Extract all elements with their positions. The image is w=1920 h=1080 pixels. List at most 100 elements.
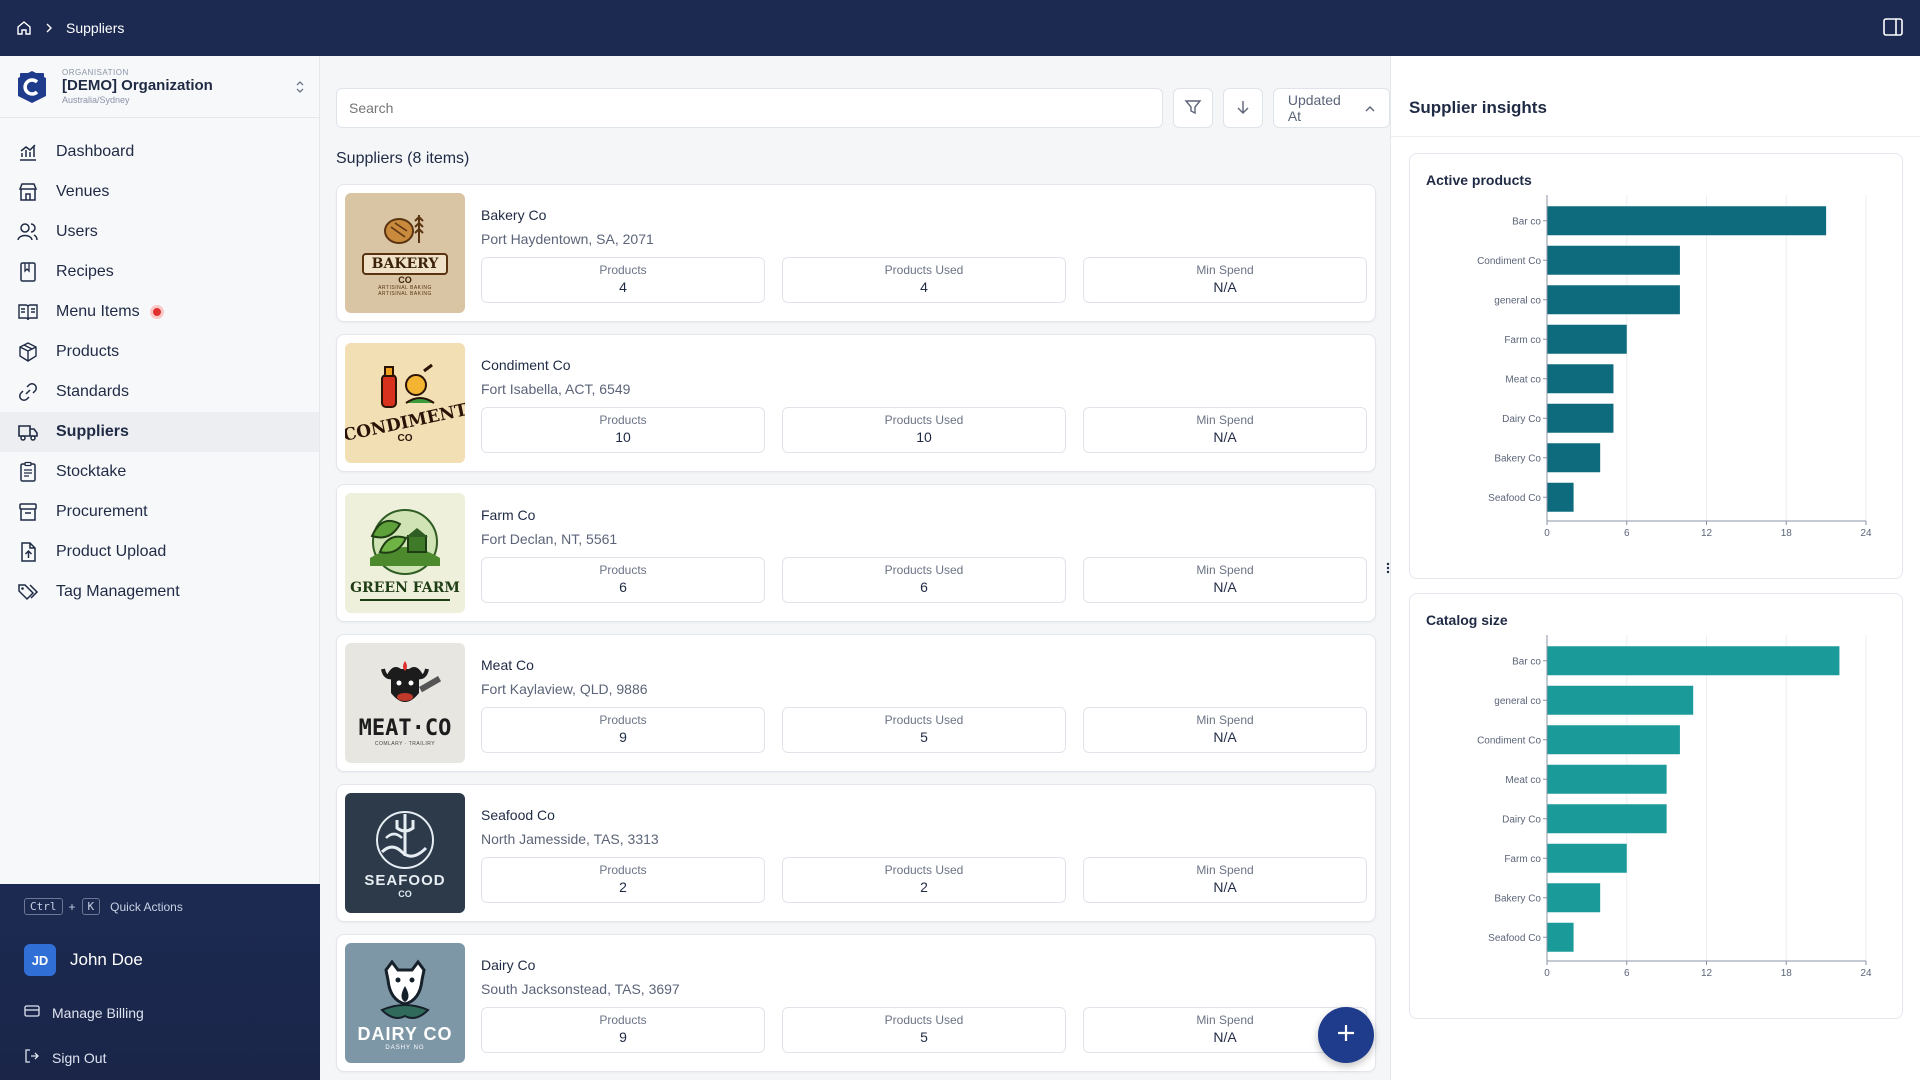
stat-products-used: Products Used 5 [782, 707, 1066, 753]
stat-value: 5 [920, 1029, 928, 1045]
bar[interactable] [1547, 443, 1601, 473]
stat-value: 9 [619, 729, 627, 745]
panel-toggle-icon[interactable] [1882, 16, 1904, 43]
list-title: Suppliers (8 items) [336, 150, 470, 167]
supplier-name[interactable]: Seafood Co [481, 807, 555, 823]
kbd-plus: + [68, 899, 76, 914]
stat-value: 4 [619, 279, 627, 295]
sidebar-item-label: Standards [56, 383, 129, 400]
supplier-card[interactable]: BAKERY CO ARTISINAL BAKING ARTISINAL BAK… [336, 184, 1376, 322]
supplier-logo: MEAT·CO COMLARY · TRAILIRY [345, 643, 465, 763]
supplier-card[interactable]: CONDIMENT CO Condiment Co Fort Isabella,… [336, 334, 1376, 472]
bar[interactable] [1547, 764, 1667, 794]
supplier-name[interactable]: Meat Co [481, 657, 534, 673]
top-bar: Suppliers [0, 0, 1920, 56]
bar[interactable] [1547, 403, 1614, 433]
org-switcher[interactable]: ORGANISATION [DEMO] Organization Austral… [0, 56, 319, 118]
stat-label: Products [599, 713, 647, 727]
stat-products: Products 2 [481, 857, 765, 903]
stat-min-spend: Min Spend N/A [1083, 557, 1367, 603]
sign-out-label: Sign Out [52, 1049, 107, 1066]
stat-label: Products [599, 863, 647, 877]
sign-out-link[interactable]: Sign Out [24, 1048, 106, 1067]
sidebar-item-venues[interactable]: Venues [0, 172, 319, 212]
archive-icon [16, 500, 40, 524]
tick-label: 0 [1544, 968, 1550, 979]
supplier-card[interactable]: MEAT·CO COMLARY · TRAILIRY Meat Co Fort … [336, 634, 1376, 772]
search-input[interactable] [336, 88, 1163, 128]
supplier-address: Fort Isabella, ACT, 6549 [481, 381, 631, 397]
sidebar-item-recipes[interactable]: Recipes [0, 252, 319, 292]
supplier-card[interactable]: GREEN FARM Farm Co Fort Declan, NT, 5561… [336, 484, 1376, 622]
home-icon[interactable] [16, 20, 32, 36]
bar[interactable] [1547, 324, 1627, 354]
user-menu[interactable]: JD John Doe [24, 944, 143, 976]
sort-field-select[interactable]: Updated At [1272, 88, 1390, 128]
supplier-card[interactable]: SEAFOOD CO Seafood Co North Jamesside, T… [336, 784, 1376, 922]
supplier-name[interactable]: Condiment Co [481, 357, 571, 373]
bar[interactable] [1547, 206, 1827, 236]
stat-label: Products [599, 413, 647, 427]
bar[interactable] [1547, 646, 1840, 676]
sidebar-item-product-upload[interactable]: Product Upload [0, 532, 319, 572]
bar[interactable] [1547, 482, 1574, 512]
supplier-logo: DAIRY CO DASHY NG [345, 943, 465, 1063]
sidebar-item-users[interactable]: Users [0, 212, 319, 252]
sidebar-item-label: Venues [56, 183, 110, 200]
cow-milk-icon [380, 959, 430, 1019]
insights-panel: Supplier insights Active products Bar co… [1390, 56, 1920, 1080]
kbd-ctrl: Ctrl [24, 898, 63, 915]
sidebar-item-products[interactable]: Products [0, 332, 319, 372]
bar[interactable] [1547, 883, 1601, 913]
tags-icon [16, 580, 40, 604]
supplier-name[interactable]: Bakery Co [481, 207, 546, 223]
sidebar-nav: Dashboard Venues Users Recipes Menu Item… [0, 118, 319, 612]
bar[interactable] [1547, 364, 1614, 394]
bar[interactable] [1547, 922, 1574, 952]
category-label: Bar co [1512, 656, 1541, 667]
sidebar-item-stocktake[interactable]: Stocktake [0, 452, 319, 492]
stat-products: Products 9 [481, 1007, 765, 1053]
category-label: Farm co [1504, 335, 1541, 346]
quick-actions[interactable]: Ctrl + K Quick Actions [24, 898, 183, 915]
category-label: Condiment Co [1477, 735, 1541, 746]
sidebar-item-tag-management[interactable]: Tag Management [0, 572, 319, 612]
filter-button[interactable] [1172, 88, 1213, 128]
bar[interactable] [1547, 245, 1680, 275]
recipe-book-icon [16, 260, 40, 284]
sidebar-item-procurement[interactable]: Procurement [0, 492, 319, 532]
bar[interactable] [1547, 685, 1694, 715]
sidebar-item-menu-items[interactable]: Menu Items [0, 292, 319, 332]
stat-min-spend: Min Spend N/A [1083, 857, 1367, 903]
supplier-name[interactable]: Farm Co [481, 507, 535, 523]
manage-billing-link[interactable]: Manage Billing [24, 1004, 144, 1021]
sidebar: ORGANISATION [DEMO] Organization Austral… [0, 56, 320, 1080]
sidebar-item-suppliers[interactable]: Suppliers [0, 412, 319, 452]
sidebar-item-label: Menu Items [56, 303, 140, 320]
stat-label: Min Spend [1196, 563, 1254, 577]
bar[interactable] [1547, 285, 1680, 315]
supplier-name[interactable]: Dairy Co [481, 957, 535, 973]
users-icon [16, 220, 40, 244]
supplier-card[interactable]: DAIRY CO DASHY NG Dairy Co South Jackson… [336, 934, 1376, 1072]
stat-label: Products Used [884, 263, 964, 277]
sidebar-item-standards[interactable]: Standards [0, 372, 319, 412]
supplier-logo: BAKERY CO ARTISINAL BAKING ARTISINAL BAK… [345, 193, 465, 313]
bread-icon [384, 215, 424, 244]
bull-head-icon [381, 661, 442, 702]
breadcrumb-current[interactable]: Suppliers [66, 20, 124, 36]
stat-label: Products Used [884, 563, 964, 577]
tick-label: 12 [1701, 968, 1713, 979]
stat-label: Products [599, 563, 647, 577]
bar[interactable] [1547, 843, 1627, 873]
stat-products-used: Products Used 10 [782, 407, 1066, 453]
category-label: general co [1494, 295, 1541, 306]
sort-direction-button[interactable] [1222, 88, 1263, 128]
sidebar-item-dashboard[interactable]: Dashboard [0, 132, 319, 172]
farm-leaves-icon [370, 508, 440, 575]
add-supplier-button[interactable] [1318, 1007, 1374, 1063]
bar[interactable] [1547, 804, 1667, 834]
stat-products-used: Products Used 5 [782, 1007, 1066, 1053]
category-label: Farm co [1504, 854, 1541, 865]
bar[interactable] [1547, 725, 1680, 755]
